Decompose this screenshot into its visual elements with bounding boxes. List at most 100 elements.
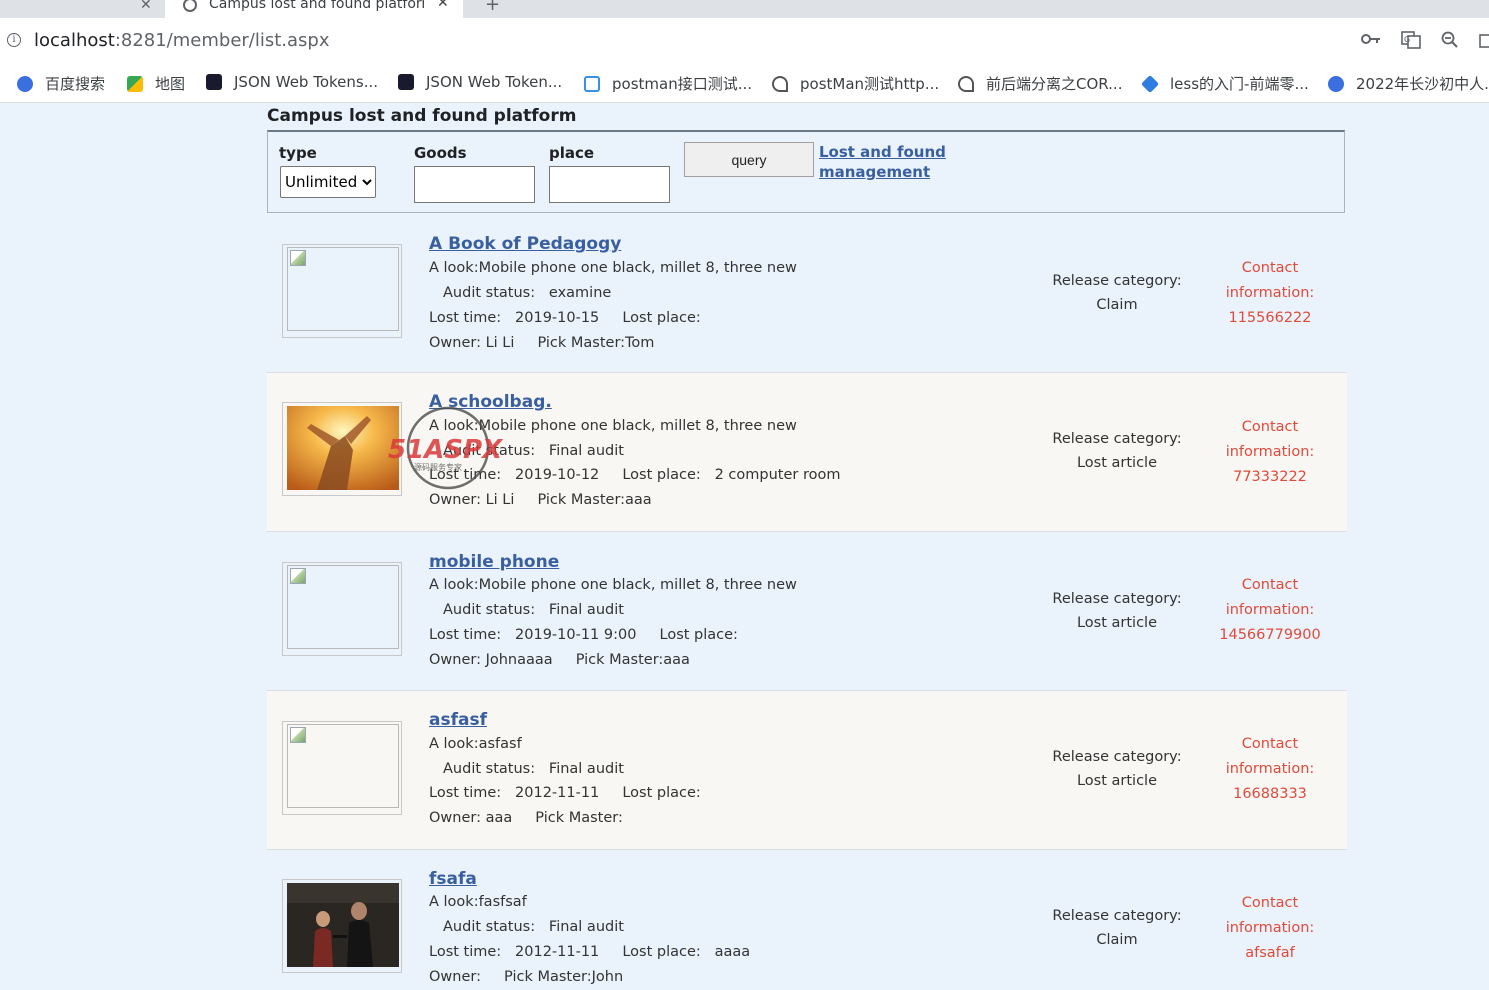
list-item: A Book of Pedagogy A look:Mobile phone o…	[267, 214, 1347, 373]
map-icon	[127, 75, 143, 92]
watermark-sub: 源码服务专家	[414, 462, 462, 472]
list-item: fsafa A look:fasfsaf Audit status: Final…	[267, 850, 1347, 990]
item-audit-status: Audit status: examine	[443, 285, 612, 301]
bookmark-item[interactable]: JSON Web Tokens...	[206, 73, 378, 91]
item-owner: Owner: Johnaaaa Pick Master:aaa	[429, 652, 690, 668]
key-icon[interactable]	[1361, 31, 1381, 51]
jwt-icon	[206, 74, 222, 90]
dark-photo	[287, 883, 399, 967]
item-look: A look:asfasf	[429, 736, 522, 752]
swirl-icon	[772, 75, 788, 92]
page-title: Campus lost and found platform	[267, 106, 577, 126]
close-icon[interactable]: ✕	[140, 0, 152, 13]
share-icon[interactable]	[1479, 31, 1489, 54]
broken-image-icon	[290, 568, 306, 584]
bookmark-label: postman接口测试...	[612, 75, 753, 93]
item-owner: Owner: Pick Master:John	[429, 969, 624, 985]
translate-icon[interactable]: G	[1401, 31, 1421, 54]
watermark-brand: 51ASPX	[388, 435, 504, 465]
tab-title: Campus lost and found platform	[209, 0, 424, 12]
place-label: place	[549, 144, 595, 162]
bookmark-icon	[1328, 75, 1344, 92]
contact-info: Contact information: 14566779900	[1207, 573, 1333, 648]
bookmarks-bar: 百度搜索 地图 JSON Web Tokens... JSON Web Toke…	[0, 66, 1489, 103]
goods-input[interactable]	[414, 166, 535, 203]
item-image[interactable]	[287, 406, 399, 490]
type-select[interactable]: Unlimited	[280, 166, 376, 198]
bookmark-item[interactable]: 前后端分离之COR...	[958, 73, 1122, 94]
bookmark-item[interactable]: JSON Web Token...	[398, 73, 562, 91]
bookmark-item[interactable]: less的入门-前端零...	[1140, 73, 1309, 94]
item-owner: Owner: Li Li Pick Master:Tom	[429, 335, 655, 351]
search-panel: type Unlimited Goods place query Lost an…	[267, 130, 1345, 213]
contact-info: Contact information: 77333222	[1207, 415, 1333, 490]
swirl-icon	[958, 75, 974, 92]
list-item: mobile phone A look:Mobile phone one bla…	[267, 532, 1347, 691]
item-title-link[interactable]: mobile phone	[429, 552, 559, 572]
tab-strip: ✕ Campus lost and found platform ✕ +	[0, 0, 1489, 18]
new-tab-icon[interactable]: +	[485, 0, 500, 15]
item-look: A look:fasfsaf	[429, 894, 527, 910]
goods-label: Goods	[414, 144, 467, 162]
contact-value: 115566222	[1228, 310, 1312, 326]
lost-found-management-link[interactable]: Lost and found management	[819, 142, 959, 182]
item-title-link[interactable]: asfasf	[429, 710, 487, 730]
tab-active[interactable]: Campus lost and found platform ✕	[165, 0, 463, 18]
bookmark-label: 2022年长沙初中人...	[1356, 75, 1489, 93]
bookmark-label: JSON Web Token...	[426, 73, 563, 91]
diamond-icon	[1140, 74, 1160, 93]
item-lost-info: Lost time: 2012-11-11 Lost place:	[429, 785, 706, 801]
contact-info: Contact information: 16688333	[1207, 732, 1333, 807]
bookmark-item[interactable]: 地图	[127, 73, 185, 94]
item-lost-info: Lost time: 2012-11-11 Lost place: aaaa	[429, 944, 751, 960]
bookmark-label: 前后端分离之COR...	[986, 75, 1123, 93]
zoom-out-icon[interactable]	[1441, 31, 1459, 54]
bookmark-label: JSON Web Tokens...	[234, 73, 379, 91]
item-title-link[interactable]: A Book of Pedagogy	[429, 234, 621, 254]
contact-info: Contact information: 115566222	[1207, 256, 1333, 331]
query-button[interactable]: query	[684, 142, 814, 177]
item-look: A look:Mobile phone one black, millet 8,…	[429, 260, 797, 276]
close-icon[interactable]: ✕	[437, 0, 449, 11]
broken-image-icon	[290, 727, 306, 743]
contact-value: afsafaf	[1245, 945, 1295, 961]
svg-text:G: G	[1404, 35, 1410, 44]
url-host: localhost	[34, 30, 115, 51]
bookmark-label: 百度搜索	[45, 75, 106, 93]
place-input[interactable]	[549, 166, 670, 203]
contact-value: 14566779900	[1219, 627, 1321, 643]
item-audit-status: Audit status: Final audit	[443, 919, 624, 935]
item-image[interactable]	[287, 565, 399, 649]
bookmark-item[interactable]: 百度搜索	[17, 73, 105, 94]
contact-label: Contact information:	[1225, 577, 1315, 618]
item-lost-info: Lost time: 2019-10-11 9:00 Lost place:	[429, 627, 743, 643]
bookmark-label: less的入门-前端零...	[1170, 75, 1309, 93]
contact-label: Contact information:	[1225, 895, 1315, 936]
item-image[interactable]	[287, 724, 399, 808]
item-lost-info: Lost time: 2019-10-15 Lost place:	[429, 310, 706, 326]
url-field[interactable]: localhost:8281/member/list.aspx	[34, 30, 330, 51]
item-list: A Book of Pedagogy A look:Mobile phone o…	[267, 214, 1347, 990]
item-image[interactable]	[287, 883, 399, 967]
item-look: A look:Mobile phone one black, millet 8,…	[429, 577, 797, 593]
item-audit-status: Audit status: Final audit	[443, 602, 624, 618]
item-owner: Owner: aaa Pick Master:	[429, 810, 628, 826]
list-item: asfasf A look:asfasf Audit status: Final…	[267, 691, 1347, 850]
contact-label: Contact information:	[1225, 419, 1315, 460]
contact-label: Contact information:	[1225, 736, 1315, 777]
contact-value: 16688333	[1233, 786, 1307, 802]
broken-image-icon	[290, 250, 306, 266]
bookmark-item[interactable]: postMan测试http...	[772, 73, 939, 94]
bookmark-icon	[17, 75, 33, 92]
info-icon[interactable]: i	[7, 33, 21, 47]
sunrise-photo	[287, 406, 399, 490]
item-image[interactable]	[287, 247, 399, 331]
url-path: :8281/member/list.aspx	[114, 30, 330, 51]
bookmark-item[interactable]: postman接口测试...	[584, 73, 752, 94]
bookmark-label: postMan测试http...	[800, 75, 940, 93]
item-title-link[interactable]: fsafa	[429, 869, 477, 889]
contact-value: 77333222	[1233, 469, 1307, 485]
contact-info: Contact information: afsafaf	[1207, 891, 1333, 966]
jwt-icon	[398, 74, 414, 90]
bookmark-item[interactable]: 2022年长沙初中人...	[1328, 73, 1489, 94]
